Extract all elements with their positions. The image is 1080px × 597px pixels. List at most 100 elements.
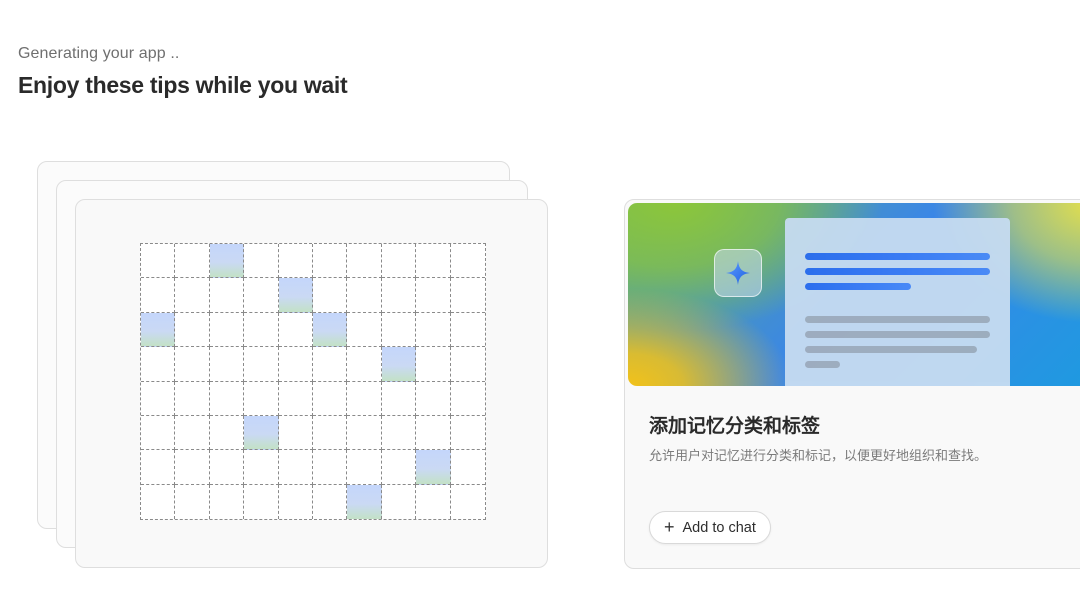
text-line xyxy=(805,316,990,323)
grid-cell xyxy=(278,244,313,279)
grid-cell xyxy=(175,278,210,313)
grid-cell xyxy=(175,450,210,485)
grid-cell xyxy=(313,381,348,416)
grid-cell xyxy=(244,381,279,416)
grid-illustration-card xyxy=(75,199,548,568)
grid-cell xyxy=(347,381,382,416)
text-line xyxy=(805,346,977,353)
add-to-chat-label: Add to chat xyxy=(682,519,756,536)
grid-cell xyxy=(175,415,210,451)
plus-icon: + xyxy=(664,517,675,537)
page-headline: Enjoy these tips while you wait xyxy=(18,72,348,98)
grid-cell xyxy=(313,450,348,485)
grid-cell xyxy=(416,278,451,313)
grid-cell-highlighted xyxy=(381,347,417,382)
tip-card: 添加记忆分类和标签 允许用户对记忆进行分类和标记，以便更好地组织和查找。 + A… xyxy=(624,199,1080,569)
text-line xyxy=(805,283,911,290)
grid-cell xyxy=(347,312,382,348)
grid-cell xyxy=(313,347,348,382)
grid-cell xyxy=(244,244,279,279)
text-line xyxy=(805,331,990,338)
grid-cell xyxy=(416,381,451,416)
grid-cell xyxy=(451,485,485,519)
grid-cell xyxy=(313,278,348,313)
grid-cell xyxy=(416,415,451,451)
grid-cell xyxy=(141,347,176,382)
grid-cell xyxy=(141,450,176,485)
grid-cell-highlighted xyxy=(209,244,245,279)
grid-cell xyxy=(244,278,279,313)
tip-description: 允许用户对记忆进行分类和标记，以便更好地组织和查找。 xyxy=(649,449,988,464)
grid-cell xyxy=(347,415,382,451)
grid-cell xyxy=(416,312,451,348)
grid-cell xyxy=(347,347,382,382)
grid-cell xyxy=(450,382,485,416)
grid-cell xyxy=(141,278,176,313)
grid-cell xyxy=(278,450,313,485)
grid-cell xyxy=(141,415,176,451)
grid-cell-highlighted xyxy=(141,312,176,348)
grid-cell xyxy=(279,484,313,519)
grid-cell xyxy=(209,381,245,416)
grid-cell xyxy=(244,484,279,519)
grid-cell-highlighted xyxy=(278,278,313,313)
grid-cell-highlighted xyxy=(416,450,451,485)
add-to-chat-button[interactable]: + Add to chat xyxy=(649,511,771,544)
grid-cell xyxy=(175,381,210,416)
grid-cell xyxy=(175,244,210,279)
grid-cell xyxy=(450,347,485,382)
grid-cell xyxy=(313,244,348,279)
grid-cell xyxy=(347,244,382,279)
grid-cell xyxy=(450,313,485,348)
loading-header: Generating your app .. Enjoy these tips … xyxy=(18,45,348,99)
grid-cell xyxy=(175,347,210,382)
grid-cell xyxy=(209,415,245,451)
grid-cell xyxy=(450,416,485,451)
grid-cell xyxy=(381,312,417,348)
grid-cell xyxy=(381,381,417,416)
grid-cell xyxy=(416,347,451,382)
sparkle-icon xyxy=(726,261,750,285)
text-line xyxy=(805,253,990,260)
grid-cell xyxy=(347,278,382,313)
grid-cell xyxy=(141,244,176,279)
grid-cell xyxy=(209,312,245,348)
grid-cell xyxy=(450,278,485,313)
grid-cell xyxy=(450,244,485,279)
grid-cell xyxy=(278,312,313,348)
grid-cell xyxy=(209,347,245,382)
tip-title: 添加记忆分类和标签 xyxy=(649,415,821,437)
grid-cell xyxy=(175,484,210,519)
grid-cell xyxy=(450,450,485,485)
grid-cell xyxy=(141,484,176,519)
grid-cell xyxy=(278,381,313,416)
generating-status: Generating your app .. xyxy=(18,45,180,62)
grid-cell-highlighted xyxy=(313,312,348,348)
grid-cell xyxy=(141,381,176,416)
grid-cell xyxy=(381,278,417,313)
grid-cell xyxy=(278,415,313,451)
sparkle-tile xyxy=(714,249,762,297)
grid-cell xyxy=(209,278,245,313)
grid-cell xyxy=(381,450,417,485)
grid-cell xyxy=(244,450,279,485)
grid-cell xyxy=(210,484,245,519)
grid-cell-highlighted xyxy=(244,415,279,451)
grid-cell xyxy=(382,484,417,519)
grid-illustration xyxy=(140,243,486,520)
tip-hero-illustration xyxy=(628,203,1080,386)
grid-cell xyxy=(244,347,279,382)
grid-cell xyxy=(244,312,279,348)
document-preview xyxy=(785,218,1010,386)
grid-cell xyxy=(175,312,210,348)
grid-cell xyxy=(381,415,417,451)
text-line xyxy=(805,268,990,275)
text-line xyxy=(805,361,840,368)
grid-cell xyxy=(313,415,348,451)
grid-cell xyxy=(209,450,245,485)
grid-cell xyxy=(381,244,417,279)
grid-cell xyxy=(416,484,451,519)
grid-cell xyxy=(313,484,348,519)
grid-cell xyxy=(416,244,451,279)
grid-cell xyxy=(278,347,313,382)
